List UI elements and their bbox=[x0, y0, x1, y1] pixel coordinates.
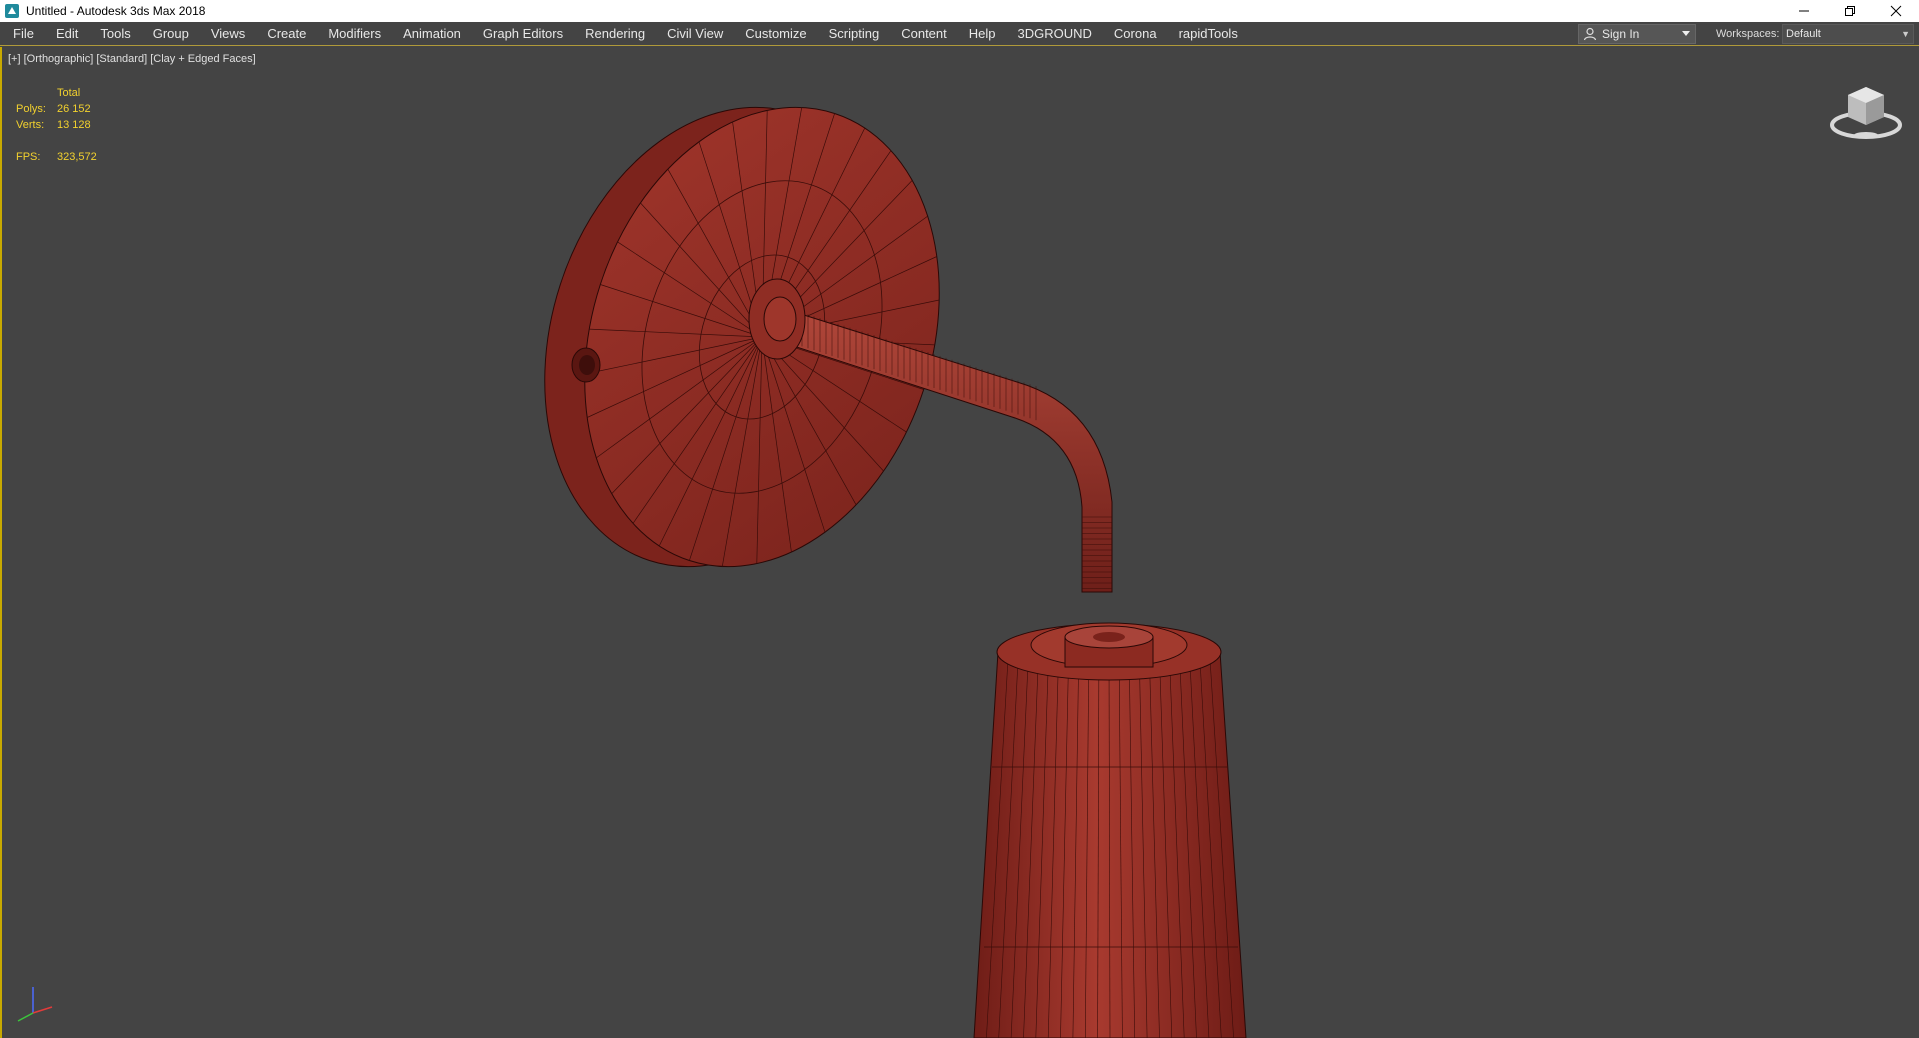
menu-modifiers[interactable]: Modifiers bbox=[317, 22, 392, 46]
menu-tools[interactable]: Tools bbox=[89, 22, 141, 46]
window-title: Untitled - Autodesk 3ds Max 2018 bbox=[26, 4, 206, 18]
viewport-shading-label[interactable]: [Standard] bbox=[96, 53, 147, 65]
menu-rapidtools[interactable]: rapidTools bbox=[1168, 22, 1249, 46]
stats-verts-label: Verts: bbox=[16, 119, 45, 131]
menu-corona[interactable]: Corona bbox=[1103, 22, 1168, 46]
restore-button[interactable] bbox=[1827, 0, 1873, 22]
workspace-value: Default bbox=[1786, 28, 1821, 40]
menu-file[interactable]: File bbox=[0, 22, 45, 46]
menu-bar: File Edit Tools Group Views Create Modif… bbox=[0, 22, 1919, 46]
chevron-down-icon: ▼ bbox=[1901, 29, 1910, 39]
close-button[interactable] bbox=[1873, 0, 1919, 22]
stats-fps-value: 323,572 bbox=[57, 151, 97, 163]
viewport-style-label[interactable]: [Clay + Edged Faces] bbox=[150, 53, 255, 65]
menu-scripting[interactable]: Scripting bbox=[818, 22, 891, 46]
user-icon bbox=[1583, 27, 1597, 41]
menu-create[interactable]: Create bbox=[256, 22, 317, 46]
wall-plate bbox=[544, 106, 940, 568]
menu-graph-editors[interactable]: Graph Editors bbox=[472, 22, 574, 46]
sign-in-button[interactable]: Sign In bbox=[1578, 24, 1696, 44]
workspaces-select[interactable]: Default ▼ bbox=[1782, 24, 1914, 44]
lamp-body bbox=[973, 622, 1247, 1038]
close-icon bbox=[1890, 5, 1902, 17]
scene-model bbox=[544, 106, 1247, 1038]
minimize-button[interactable] bbox=[1781, 0, 1827, 22]
3dsmax-app-icon bbox=[5, 4, 19, 18]
viewcube-icon[interactable] bbox=[1828, 81, 1904, 145]
menu-help[interactable]: Help bbox=[958, 22, 1007, 46]
scene-statistics: Total Polys: 26 152 Verts: 13 128 FPS: 323,… bbox=[16, 85, 97, 165]
menu-edit[interactable]: Edit bbox=[45, 22, 89, 46]
menu-3dground[interactable]: 3DGROUND bbox=[1007, 22, 1103, 46]
chevron-down-icon bbox=[1682, 31, 1690, 36]
viewport-view-label[interactable]: [Orthographic] bbox=[24, 53, 94, 65]
stats-fps-label: FPS: bbox=[16, 151, 41, 163]
menu-rendering[interactable]: Rendering bbox=[574, 22, 656, 46]
stats-polys-label: Polys: bbox=[16, 103, 46, 115]
minimize-icon bbox=[1799, 10, 1809, 12]
stats-polys-value: 26 152 bbox=[57, 103, 91, 115]
axis-tripod-icon bbox=[17, 987, 53, 1022]
viewport-menu-plus[interactable]: [+] bbox=[8, 53, 21, 65]
stats-total-label: Total bbox=[57, 87, 81, 99]
viewport-label: [+] [Orthographic] [Standard] [Clay + Ed… bbox=[8, 53, 256, 65]
menu-views[interactable]: Views bbox=[200, 22, 256, 46]
perspective-viewport[interactable]: [+] [Orthographic] [Standard] [Clay + Ed… bbox=[0, 47, 1919, 1038]
menu-group[interactable]: Group bbox=[142, 22, 200, 46]
restore-icon bbox=[1845, 6, 1855, 16]
stats-verts-value: 13 128 bbox=[57, 119, 91, 131]
menu-content[interactable]: Content bbox=[890, 22, 958, 46]
workspaces-label: Workspaces: bbox=[1716, 28, 1780, 40]
sign-in-label: Sign In bbox=[1602, 27, 1640, 41]
title-bar: Untitled - Autodesk 3ds Max 2018 bbox=[0, 0, 1919, 22]
menu-customize[interactable]: Customize bbox=[734, 22, 817, 46]
menu-animation[interactable]: Animation bbox=[392, 22, 472, 46]
menu-civil-view[interactable]: Civil View bbox=[656, 22, 734, 46]
